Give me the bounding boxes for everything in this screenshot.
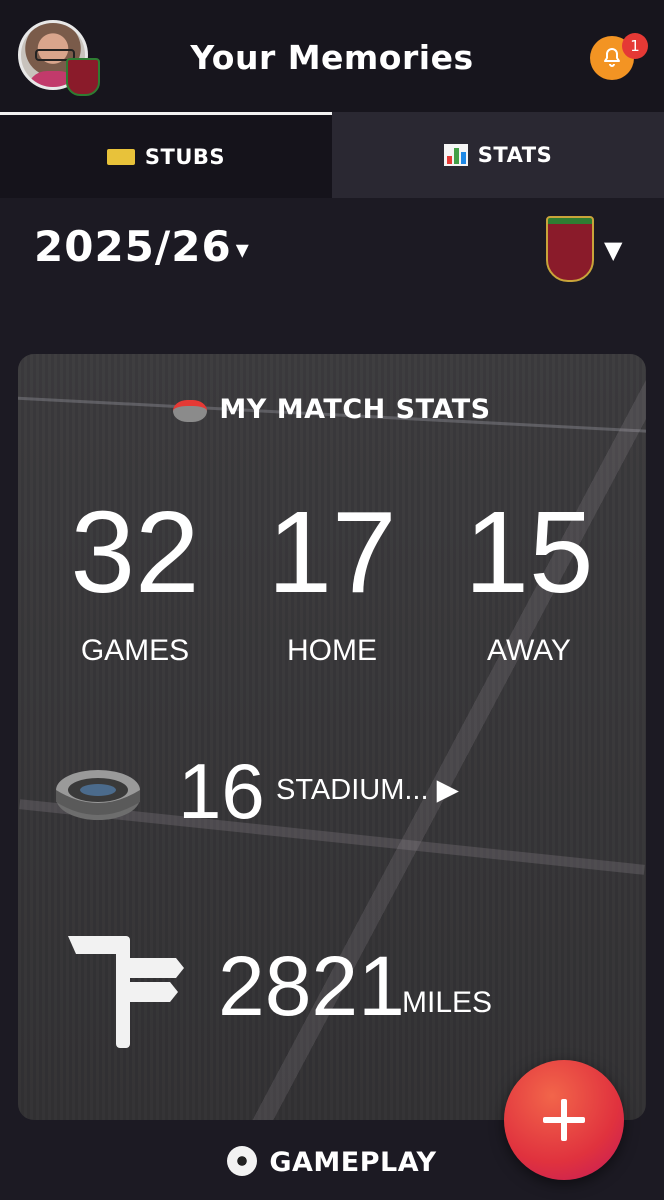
club-crest-icon[interactable] bbox=[546, 216, 594, 282]
season-selector[interactable]: 2025/26 ▾ bbox=[34, 222, 250, 271]
card-title: MY MATCH STATS bbox=[18, 394, 646, 425]
gameplay-label: GAMEPLAY bbox=[269, 1147, 437, 1178]
stadium-emoji-icon bbox=[173, 399, 208, 422]
games-stat[interactable]: 32 GAMES bbox=[35, 494, 235, 668]
club-selector-chevron-icon[interactable]: ▼ bbox=[604, 236, 622, 264]
games-label: GAMES bbox=[80, 634, 190, 667]
add-memory-button[interactable] bbox=[504, 1060, 624, 1180]
tab-stats-label: STATS bbox=[477, 143, 553, 167]
stadiums-link[interactable]: STADIUM... ▶ bbox=[276, 772, 459, 807]
plus-icon bbox=[543, 1099, 585, 1141]
stadium-icon bbox=[56, 770, 140, 820]
match-stats-card: MY MATCH STATS 32 GAMES 17 HOME 15 AWAY … bbox=[18, 354, 646, 1120]
home-stat[interactable]: 17 HOME bbox=[232, 494, 432, 668]
away-label: AWAY bbox=[487, 634, 571, 667]
signpost-icon bbox=[68, 936, 184, 1048]
home-label: HOME bbox=[287, 634, 377, 667]
tab-stats[interactable]: STATS bbox=[332, 112, 664, 198]
tab-bar: STUBS STATS bbox=[0, 112, 664, 198]
home-count: 17 bbox=[267, 487, 397, 617]
bar-chart-icon bbox=[443, 144, 468, 166]
games-count: 32 bbox=[70, 487, 200, 617]
card-title-text: MY MATCH STATS bbox=[219, 394, 491, 425]
tab-stubs-label: STUBS bbox=[144, 144, 226, 169]
soccer-ball-icon bbox=[227, 1146, 258, 1176]
season-value: 2025/26 bbox=[34, 222, 232, 271]
page-title: Your Memories bbox=[190, 38, 474, 77]
notification-count-badge: 1 bbox=[622, 33, 648, 59]
bell-icon bbox=[604, 48, 620, 67]
miles-count: 2821 bbox=[218, 939, 405, 1033]
app-header: Your Memories 1 bbox=[0, 0, 664, 112]
away-count: 15 bbox=[464, 487, 594, 617]
away-stat[interactable]: 15 AWAY bbox=[429, 494, 629, 668]
stadiums-count: 16 bbox=[178, 747, 265, 835]
miles-label: MILES bbox=[402, 986, 493, 1019]
tab-stubs[interactable]: STUBS bbox=[0, 112, 332, 198]
chevron-down-icon: ▾ bbox=[235, 234, 250, 265]
ticket-icon bbox=[106, 148, 135, 165]
